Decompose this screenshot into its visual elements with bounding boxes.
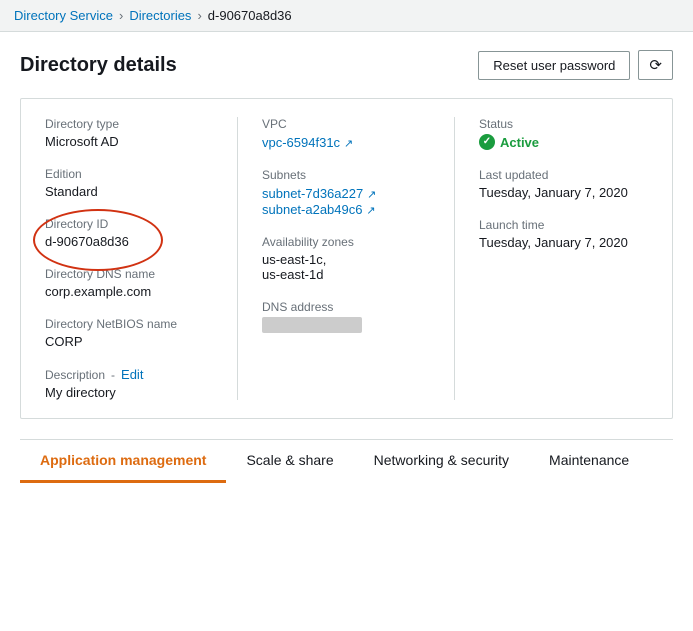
- launch-time-label: Launch time: [479, 218, 648, 232]
- directory-netbios-value: CORP: [45, 334, 213, 349]
- vpc-value[interactable]: vpc-6594f31c: [262, 135, 340, 150]
- directory-dns-value: corp.example.com: [45, 284, 213, 299]
- breadcrumb: Directory Service › Directories › d-9067…: [0, 0, 693, 32]
- details-grid: Directory type Microsoft AD Edition Stan…: [20, 98, 673, 419]
- directory-netbios-group: Directory NetBIOS name CORP: [45, 317, 213, 349]
- description-edit-link[interactable]: Edit: [121, 367, 143, 382]
- refresh-icon: ⟳: [649, 56, 662, 74]
- tab-application-management[interactable]: Application management: [20, 440, 226, 483]
- details-col-2: VPC vpc-6594f31c ↗ Subnets subnet-7d36a2…: [238, 117, 455, 400]
- reset-user-password-button[interactable]: Reset user password: [478, 51, 630, 80]
- description-label: Description: [45, 368, 105, 382]
- vpc-group: VPC vpc-6594f31c ↗: [262, 117, 430, 150]
- dns-address-value: [262, 317, 362, 333]
- subnet-2-value[interactable]: subnet-a2ab49c6: [262, 202, 362, 217]
- last-updated-group: Last updated Tuesday, January 7, 2020: [479, 168, 648, 200]
- edition-value: Standard: [45, 184, 213, 199]
- directory-type-label: Directory type: [45, 117, 213, 131]
- vpc-external-link-icon: ↗: [344, 138, 353, 150]
- subnet-2-ext-icon: ↗: [366, 205, 375, 217]
- details-col-3: Status Active Last updated Tuesday, Janu…: [455, 117, 672, 400]
- breadcrumb-sep-2: ›: [197, 8, 201, 23]
- directory-id-label: Directory ID: [45, 217, 213, 231]
- description-value: My directory: [45, 385, 213, 400]
- launch-time-group: Launch time Tuesday, January 7, 2020: [479, 218, 648, 250]
- tab-networking-security[interactable]: Networking & security: [354, 440, 529, 483]
- last-updated-value: Tuesday, January 7, 2020: [479, 185, 648, 200]
- availability-zones-label: Availability zones: [262, 235, 430, 249]
- subnet-2-row: subnet-a2ab49c6 ↗: [262, 201, 430, 217]
- description-group: Description - Edit My directory: [45, 367, 213, 400]
- details-col-1: Directory type Microsoft AD Edition Stan…: [21, 117, 238, 400]
- vpc-label: VPC: [262, 117, 430, 131]
- header-actions: Reset user password ⟳: [478, 50, 673, 80]
- breadcrumb-directory-service[interactable]: Directory Service: [14, 8, 113, 23]
- subnets-label: Subnets: [262, 168, 430, 182]
- tab-scale-share[interactable]: Scale & share: [226, 440, 353, 483]
- dns-address-label: DNS address: [262, 300, 430, 314]
- dns-address-group: DNS address: [262, 300, 430, 334]
- header-row: Directory details Reset user password ⟳: [20, 50, 673, 80]
- launch-time-value: Tuesday, January 7, 2020: [479, 235, 648, 250]
- edition-group: Edition Standard: [45, 167, 213, 199]
- directory-netbios-label: Directory NetBIOS name: [45, 317, 213, 331]
- subnet-1-ext-icon: ↗: [367, 189, 376, 201]
- subnet-1-value[interactable]: subnet-7d36a227: [262, 186, 363, 201]
- directory-dns-label: Directory DNS name: [45, 267, 213, 281]
- last-updated-label: Last updated: [479, 168, 648, 182]
- directory-type-value: Microsoft AD: [45, 134, 213, 149]
- edition-label: Edition: [45, 167, 213, 181]
- status-active-text: Active: [500, 135, 539, 150]
- availability-zones-value: us-east-1c, us-east-1d: [262, 252, 430, 282]
- directory-id-group: Directory ID d-90670a8d36: [45, 217, 213, 249]
- main-content: Directory details Reset user password ⟳ …: [0, 32, 693, 483]
- directory-id-value: d-90670a8d36: [45, 234, 213, 249]
- breadcrumb-sep-1: ›: [119, 8, 123, 23]
- tab-maintenance[interactable]: Maintenance: [529, 440, 649, 483]
- directory-dns-group: Directory DNS name corp.example.com: [45, 267, 213, 299]
- directory-type-group: Directory type Microsoft AD: [45, 117, 213, 149]
- subnets-group: Subnets subnet-7d36a227 ↗ subnet-a2ab49c…: [262, 168, 430, 217]
- description-label-row: Description - Edit: [45, 367, 213, 382]
- subnet-1-row: subnet-7d36a227 ↗: [262, 185, 430, 201]
- breadcrumb-directory-id: d-90670a8d36: [208, 8, 292, 23]
- status-check-icon: [479, 134, 495, 150]
- refresh-button[interactable]: ⟳: [638, 50, 673, 80]
- status-group: Status Active: [479, 117, 648, 150]
- page-title: Directory details: [20, 54, 177, 77]
- tabs-bar: Application management Scale & share Net…: [20, 439, 673, 483]
- availability-zones-group: Availability zones us-east-1c, us-east-1…: [262, 235, 430, 282]
- breadcrumb-directories[interactable]: Directories: [129, 8, 191, 23]
- status-label: Status: [479, 117, 648, 131]
- status-value: Active: [479, 134, 648, 150]
